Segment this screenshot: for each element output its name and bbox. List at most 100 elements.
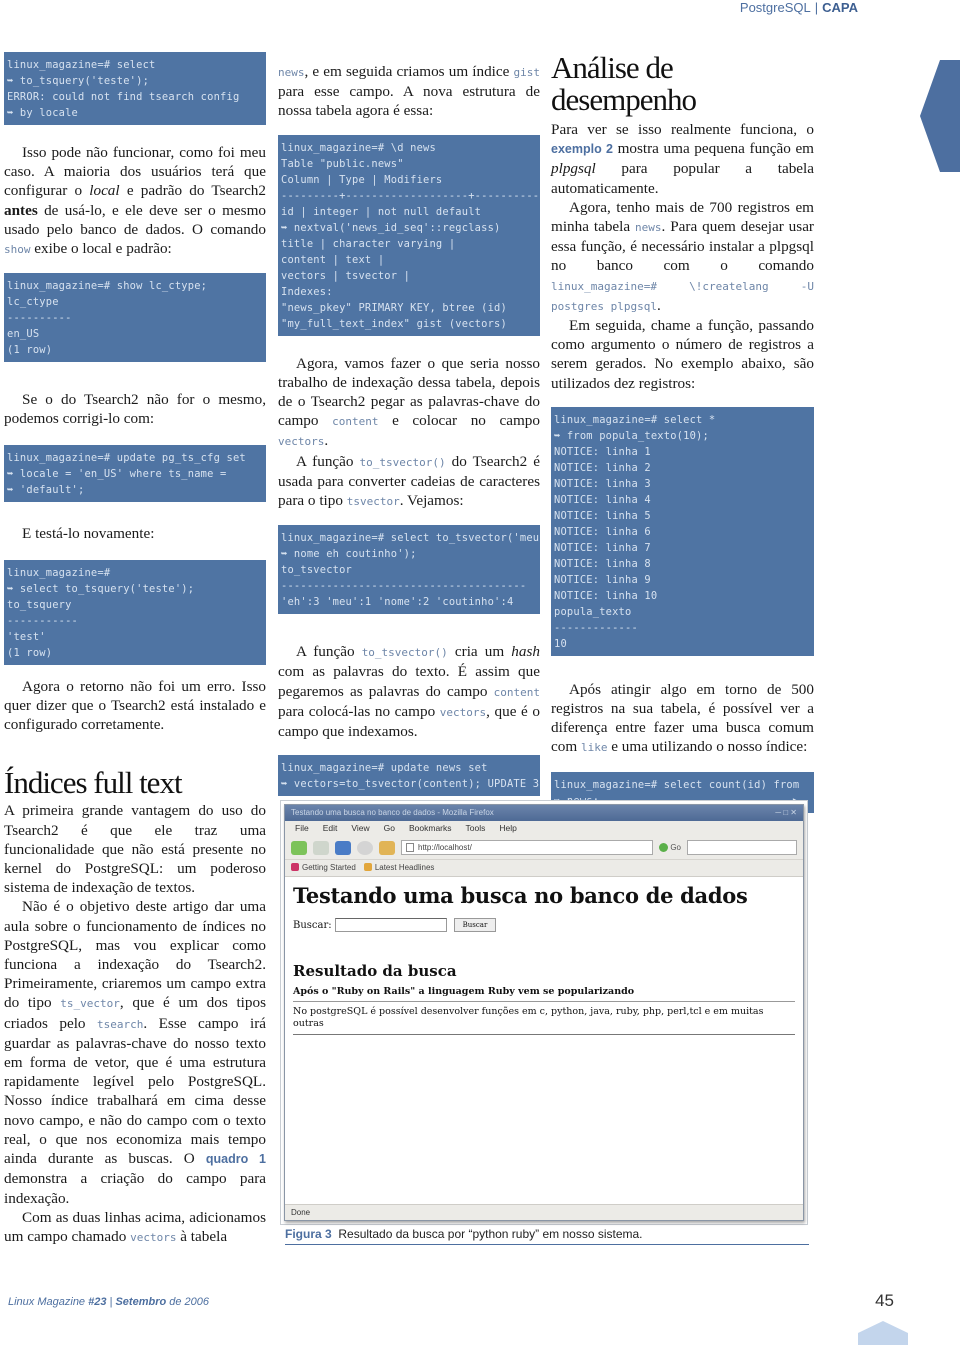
paragraph: E testá-lo novamente: bbox=[22, 524, 155, 542]
code-line: ➥ 'default'; bbox=[7, 483, 85, 496]
code-line: ➥ select to_tsquery('teste'); bbox=[7, 582, 195, 595]
menu-tools[interactable]: Tools bbox=[466, 823, 486, 834]
header-section: PostgreSQL bbox=[739, 0, 811, 15]
page-title: Testando uma busca no banco de dados bbox=[293, 883, 748, 908]
code-line: NOTICE: linha 8 bbox=[554, 557, 651, 570]
browser-menubar: File Edit View Go Bookmarks Tools Help bbox=[285, 821, 803, 836]
menu-bookmarks[interactable]: Bookmarks bbox=[409, 823, 452, 834]
code-line: ---------+-------------------+----------… bbox=[281, 189, 540, 202]
code-line: NOTICE: linha 10 bbox=[554, 589, 658, 602]
code-line: linux_magazine=# select bbox=[7, 59, 156, 71]
paragraph: Com as duas linhas acima, adicionamos um… bbox=[4, 1208, 266, 1245]
code-line: linux_magazine=# select * bbox=[554, 413, 716, 426]
figure-3-screenshot: Testando uma busca no banco de dados - M… bbox=[280, 800, 808, 1225]
bookmarks-bar: Getting Started Latest Headlines bbox=[285, 860, 803, 877]
page-icon bbox=[406, 843, 414, 852]
go-button[interactable]: Go bbox=[659, 843, 681, 852]
browser-titlebar: Testando uma busca no banco de dados - M… bbox=[285, 805, 803, 821]
code-line: ➥ nome eh coutinho'); bbox=[281, 548, 417, 561]
code-line: ➥ vectors=to_tsvector(content); UPDATE 3 bbox=[281, 778, 540, 791]
menu-edit[interactable]: Edit bbox=[323, 823, 338, 834]
window-controls[interactable]: ─ □ ✕ bbox=[775, 808, 797, 818]
paragraph: Isso pode não funcionar, como foi meu ca… bbox=[4, 144, 266, 258]
code-line: ➥ to_tsquery('teste'); bbox=[7, 75, 150, 87]
code-line: ➥ nextval('news_id_seq'::regclass) bbox=[281, 221, 501, 234]
forward-icon[interactable] bbox=[313, 840, 329, 855]
paragraph: Agora, vamos fazer o que seria nosso tra… bbox=[278, 354, 540, 450]
caption-label: Figura 3 bbox=[285, 1227, 332, 1241]
caption-text: Resultado da busca por “python ruby” em … bbox=[338, 1227, 643, 1241]
status-bar: Done bbox=[285, 1204, 803, 1220]
code-line: vectors | tsvector | bbox=[281, 269, 411, 282]
header-category: CAPA bbox=[822, 0, 858, 15]
paragraph: Em seguida, chame a função, passando com… bbox=[551, 317, 814, 392]
paragraph: A primeira grande vantagem do uso do Tse… bbox=[4, 802, 266, 897]
code-line: ➥ locale = 'en_US' where ts_name = bbox=[7, 467, 227, 480]
section-heading: Análise de desempenho bbox=[551, 50, 697, 117]
code-block: linux_magazine=# select ➥ to_tsquery('tes… bbox=[4, 52, 266, 125]
code-line: Table "public.news" bbox=[281, 157, 404, 170]
back-icon[interactable] bbox=[291, 840, 307, 855]
code-line: lc_ctype bbox=[7, 296, 59, 309]
result-item[interactable]: No postgreSQL é possível desenvolver fun… bbox=[293, 1006, 795, 1035]
code-block: linux_magazine=# select * ➥ from popula_t… bbox=[551, 406, 814, 656]
menu-help[interactable]: Help bbox=[499, 823, 516, 834]
code-line: NOTICE: linha 9 bbox=[554, 573, 651, 586]
code-line: ----------- bbox=[7, 614, 79, 627]
search-label: Buscar: bbox=[293, 919, 332, 931]
code-line: Indexes: bbox=[281, 285, 333, 298]
menu-view[interactable]: View bbox=[351, 823, 369, 834]
section-heading: Índices full text bbox=[4, 765, 183, 801]
go-icon bbox=[659, 843, 669, 852]
paragraph: A função to_tsvector() cria um hash com … bbox=[278, 643, 540, 741]
page-tab-icon bbox=[858, 1321, 908, 1345]
code-line: "my_full_text_index" gist (vectors) bbox=[281, 317, 507, 330]
code-line: ERROR: could not find tsearch config bbox=[7, 91, 240, 103]
exemplo-2-link[interactable]: exemplo 2 bbox=[551, 142, 613, 156]
code-line: 'eh':3 'meu':1 'nome':2 'coutinho':4 bbox=[281, 596, 514, 609]
code-line: linux_magazine=# update news set bbox=[281, 762, 488, 775]
search-button[interactable]: Buscar bbox=[453, 918, 497, 932]
menu-file[interactable]: File bbox=[295, 823, 309, 834]
quadro-1-link[interactable]: quadro 1 bbox=[206, 1152, 266, 1166]
code-line: to_tsvector bbox=[281, 564, 353, 577]
search-box[interactable] bbox=[687, 840, 797, 855]
column-2: news, e em seguida criamos um índice gis… bbox=[278, 62, 540, 797]
code-line: popula_texto bbox=[554, 605, 632, 618]
code-line: linux_magazine=# \d news bbox=[281, 141, 436, 154]
bookmark-latest-headlines[interactable]: Latest Headlines bbox=[364, 863, 435, 873]
code-line: 10 bbox=[554, 637, 567, 650]
code-line: id | integer | not null default bbox=[281, 205, 482, 218]
paragraph: A função to_tsvector() do Tsearch2 é usa… bbox=[278, 452, 540, 510]
search-form: Buscar: Buscar bbox=[293, 918, 795, 932]
search-input[interactable] bbox=[334, 918, 447, 932]
code-block: linux_magazine=# ➥ select to_tsquery('tes… bbox=[4, 559, 266, 665]
code-line: Column | Type | Modifiers bbox=[281, 173, 443, 186]
menu-go[interactable]: Go bbox=[384, 823, 395, 834]
code-line: to_tsquery bbox=[7, 598, 72, 611]
home-icon[interactable] bbox=[379, 840, 395, 855]
browser-toolbar: http://localhost/ Go bbox=[285, 836, 803, 860]
figure-caption: Figura 3 Resultado da busca por “python … bbox=[285, 1227, 809, 1245]
code-line: NOTICE: linha 4 bbox=[554, 493, 651, 506]
code-line: ➥ by locale bbox=[7, 107, 79, 119]
page-footer: Linux Magazine #23 | Setembro de 2006 bbox=[8, 1296, 210, 1308]
code-line: NOTICE: linha 6 bbox=[554, 525, 651, 538]
code-line: en_US bbox=[7, 328, 40, 341]
result-item[interactable]: Após o "Ruby on Rails" a linguagem Ruby … bbox=[293, 986, 795, 1002]
bookmark-getting-started[interactable]: Getting Started bbox=[291, 863, 356, 873]
reload-icon[interactable] bbox=[335, 840, 351, 855]
code-line: ➥ from popula_texto(10); bbox=[554, 429, 709, 442]
code-line: NOTICE: linha 7 bbox=[554, 541, 651, 554]
stop-icon[interactable] bbox=[357, 840, 373, 855]
window-title: Testando uma busca no banco de dados - M… bbox=[291, 808, 494, 817]
paragraph: Após atingir algo em torno de 500 regist… bbox=[551, 680, 814, 756]
code-block: linux_magazine=# \d news Table "public.ne… bbox=[278, 134, 540, 336]
url-bar[interactable]: http://localhost/ bbox=[401, 840, 654, 855]
code-line: linux_magazine=# select count(id) from bbox=[554, 778, 800, 791]
code-line: content | text | bbox=[281, 253, 385, 266]
header-separator: | bbox=[814, 0, 819, 15]
code-line: (1 row) bbox=[7, 344, 53, 357]
code-block: linux_magazine=# show lc_ctype; lc_ctype -… bbox=[4, 273, 266, 363]
paragraph: Agora, tenho mais de 700 registros em mi… bbox=[551, 198, 814, 314]
